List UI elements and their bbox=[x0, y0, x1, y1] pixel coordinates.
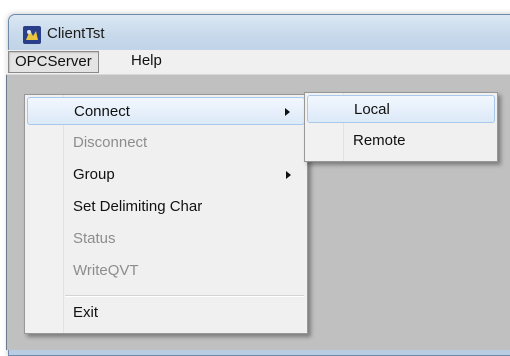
app-icon bbox=[23, 26, 41, 44]
menu-item-exit[interactable]: Exit bbox=[27, 299, 305, 327]
menu-item-writeqvt[interactable]: WriteQVT bbox=[27, 257, 305, 285]
menu-item-label: Exit bbox=[73, 304, 99, 321]
menu-bar: OPCServer Help bbox=[6, 50, 510, 75]
menu-item-connect[interactable]: Connect bbox=[27, 97, 305, 125]
menu-item-label: Connect bbox=[74, 103, 130, 120]
menu-opcserver[interactable]: OPCServer bbox=[8, 51, 99, 73]
menu-item-label: Status bbox=[73, 230, 116, 247]
submenu-arrow-icon bbox=[286, 171, 291, 179]
menu-help[interactable]: Help bbox=[125, 51, 168, 71]
connect-submenu: Local Remote bbox=[304, 92, 498, 162]
menu-item-label: WriteQVT bbox=[73, 262, 139, 279]
menu-item-group[interactable]: Group bbox=[27, 161, 305, 189]
menu-item-remote[interactable]: Remote bbox=[307, 127, 495, 155]
opcserver-dropdown: Connect Disconnect Group Set Delimiting … bbox=[24, 94, 308, 334]
menu-item-label: Disconnect bbox=[73, 134, 148, 151]
window-title: ClientTst bbox=[47, 25, 105, 42]
menu-item-label: Local bbox=[354, 101, 390, 118]
menu-item-set-delimiting-char[interactable]: Set Delimiting Char bbox=[27, 193, 305, 221]
menu-item-status[interactable]: Status bbox=[27, 225, 305, 253]
menu-item-local[interactable]: Local bbox=[307, 95, 495, 123]
menu-item-label: Group bbox=[73, 166, 115, 183]
menu-item-label: Set Delimiting Char bbox=[73, 198, 203, 215]
submenu-arrow-icon bbox=[285, 108, 290, 116]
menu-separator bbox=[65, 295, 304, 297]
menu-item-label: Remote bbox=[353, 132, 406, 149]
menu-item-disconnect[interactable]: Disconnect bbox=[27, 129, 305, 157]
